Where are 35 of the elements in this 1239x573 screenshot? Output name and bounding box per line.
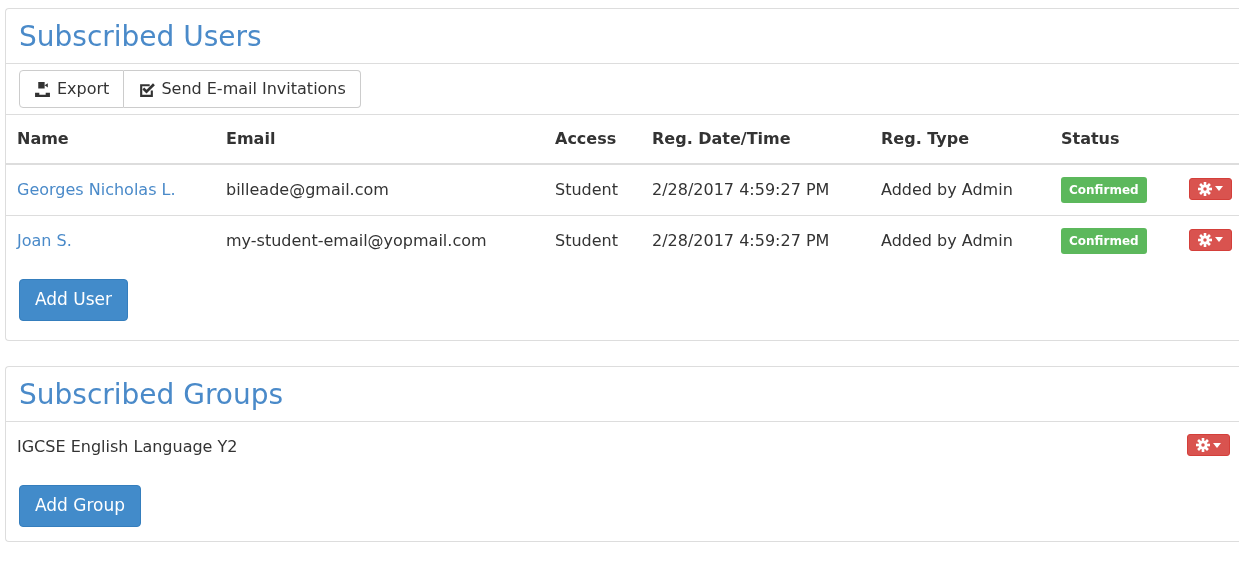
table-cell: my-student-email@yopmail.com <box>215 215 544 267</box>
gear-icon <box>1198 232 1212 247</box>
gear-icon <box>1198 181 1212 196</box>
column-header: Reg. Date/Time <box>641 115 870 165</box>
panel-title: Subscribed Groups <box>6 366 1239 423</box>
export-icon <box>34 80 51 98</box>
table-cell: Added by Admin <box>870 164 1050 216</box>
column-header: Status <box>1050 115 1178 165</box>
column-header: Access <box>544 115 641 165</box>
table-cell: Student <box>544 215 641 267</box>
settings-dropdown-button[interactable] <box>1187 434 1230 457</box>
column-header: Name <box>6 115 215 165</box>
caret-icon <box>1215 186 1223 192</box>
table-cell: 2/28/2017 4:59:27 PM <box>641 164 870 216</box>
caret-icon <box>1215 237 1223 243</box>
column-header: Reg. Type <box>870 115 1050 165</box>
table-cell: 2/28/2017 4:59:27 PM <box>641 215 870 267</box>
table-cell: billeade@gmail.com <box>215 164 544 216</box>
status-label: Confirmed <box>1061 177 1147 204</box>
user-name-link[interactable]: Joan S. <box>17 231 72 251</box>
settings-dropdown-button[interactable] <box>1189 228 1232 251</box>
toolbar-button[interactable]: Send E-mail Invitations <box>124 70 361 109</box>
toolbar-button[interactable]: Export <box>19 70 125 109</box>
column-header: Email <box>215 115 544 165</box>
panel-title: Subscribed Users <box>6 9 1239 65</box>
table-cell: Added by Admin <box>870 215 1050 267</box>
user-name-link[interactable]: Georges Nicholas L. <box>17 180 176 200</box>
table-cell: Student <box>544 164 641 216</box>
caret-icon <box>1213 442 1221 448</box>
add-user-button[interactable]: Add User <box>19 279 129 321</box>
settings-dropdown-button[interactable] <box>1189 177 1232 200</box>
add-group-button[interactable]: Add Group <box>19 485 142 527</box>
group-name: IGCSE English Language Y2 <box>17 435 238 458</box>
gear-icon <box>1196 438 1210 453</box>
status-label: Confirmed <box>1061 228 1147 255</box>
